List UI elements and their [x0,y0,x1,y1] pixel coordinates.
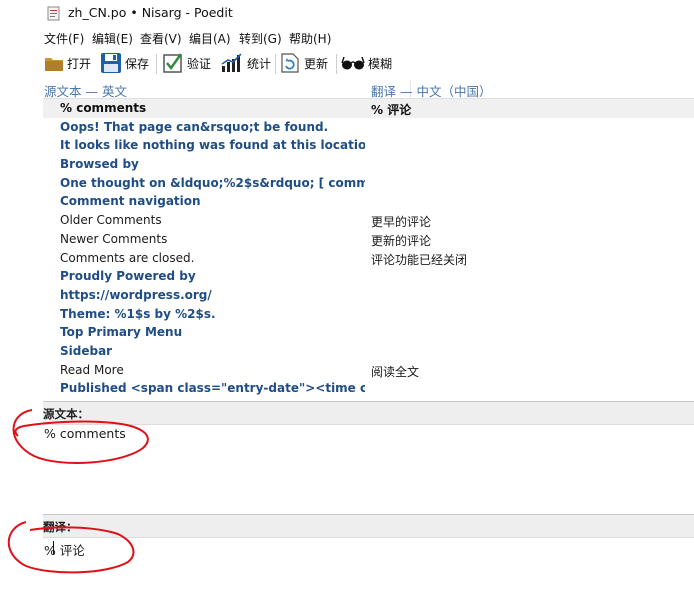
update-button[interactable]: 更新 [279,50,328,76]
source-cell: Browsed by [60,157,139,172]
translation-cell: % 评论 [371,103,412,117]
stats-label: 统计 [247,56,272,71]
table-row[interactable]: Newer Comments 更新的评论 [43,230,694,249]
source-cell: Published <span class="entry-date"><time… [60,381,365,396]
table-row[interactable]: Comment navigation [43,192,694,211]
source-column-header[interactable]: 源文本 — 英文 [44,81,127,100]
table-row[interactable]: Oops! That page can&rsquo;t be found. [43,118,694,137]
folder-icon [45,58,63,71]
table-row[interactable]: Proudly Powered by [43,267,694,286]
source-cell: Read More [60,362,124,377]
stats-button[interactable]: 统计 [220,50,271,76]
list-header: 源文本 — 英文 翻译 — 中文（中国） [43,80,694,99]
source-cell: https://wordpress.org/ [60,287,212,302]
translation-cell: 更早的评论 [371,215,432,230]
menu-help[interactable]: 帮助(H) [289,30,331,47]
poedit-app-icon [47,6,60,21]
update-label: 更新 [304,56,329,71]
open-label: 打开 [67,56,92,71]
translation-column-header[interactable]: 翻译 — 中文（中国） [371,81,491,100]
source-cell: Top Primary Menu [60,325,183,340]
open-button[interactable]: 打开 [44,50,91,76]
refresh-document-icon [281,53,299,73]
source-cell: Newer Comments [60,231,168,246]
menu-view[interactable]: 查看(V) [140,30,182,47]
source-cell: One thought on &ldquo;%2$s&rdquo; [ comm… [60,175,365,190]
toolbar-separator [156,54,157,74]
table-row[interactable]: Top Primary Menu [43,323,694,342]
table-row[interactable]: It looks like nothing was found at this … [43,136,694,155]
window-title: zh_CN.po • Nisarg - Poedit [68,5,233,20]
validate-label: 验证 [187,56,212,71]
red-circle-annotation [7,521,135,574]
menu-goto[interactable]: 转到(G) [239,30,282,47]
floppy-disk-icon [101,53,121,73]
fuzzy-button[interactable]: 模糊 [341,50,392,76]
source-cell: Proudly Powered by [60,269,196,284]
table-row[interactable]: Theme: %1$s by %2$s. [43,305,694,324]
menu-catalog[interactable]: 编目(A) [189,30,231,47]
source-cell: Comments are closed. [60,250,195,265]
menu-edit[interactable]: 编辑(E) [92,30,133,47]
table-row[interactable]: % comments % 评论 [43,99,694,118]
source-cell: Oops! That page can&rsquo;t be found. [60,119,329,134]
table-row[interactable]: One thought on &ldquo;%2$s&rdquo; [ comm… [43,174,694,193]
table-row[interactable]: Older Comments 更早的评论 [43,211,694,230]
title-bar: zh_CN.po • Nisarg - Poedit [0,0,694,26]
source-cell: Sidebar [60,343,113,358]
source-cell: It looks like nothing was found at this … [60,138,365,153]
toolbar-separator [336,54,337,74]
toolbar: 打开 保存 验证 统计 更新 模糊 [0,48,694,78]
translation-cell: 评论功能已经关闭 [371,252,468,267]
string-list: % comments % 评论 Oops! That page can&rsquo;… [43,99,694,398]
red-circle-annotation [12,409,149,464]
source-cell: Older Comments [60,213,162,228]
table-row[interactable]: Sidebar [43,342,694,361]
table-row[interactable]: https://wordpress.org/ [43,286,694,305]
table-row[interactable]: Published <span class="entry-date"><time… [43,379,694,398]
checkmark-icon [163,53,182,73]
table-row[interactable]: Browsed by [43,155,694,174]
translation-cell: 阅读全文 [371,364,420,379]
save-label: 保存 [125,56,150,71]
fuzzy-label: 模糊 [368,56,393,71]
menu-file[interactable]: 文件(F) [44,30,84,47]
menu-bar: 文件(F) 编辑(E) 查看(V) 编目(A) 转到(G) 帮助(H) [0,28,694,46]
save-button[interactable]: 保存 [100,50,149,76]
table-row[interactable]: Read More 阅读全文 [43,361,694,380]
translation-cell: 更新的评论 [371,233,432,248]
source-cell: Theme: %1$s by %2$s. [60,306,216,321]
source-cell: % comments [60,101,147,115]
source-cell: Comment navigation [60,194,201,209]
toolbar-separator [275,54,276,74]
table-row[interactable]: Comments are closed. 评论功能已经关闭 [43,249,694,268]
bar-chart-icon [221,53,242,72]
validate-button[interactable]: 验证 [162,50,211,76]
glasses-icon [341,56,365,70]
